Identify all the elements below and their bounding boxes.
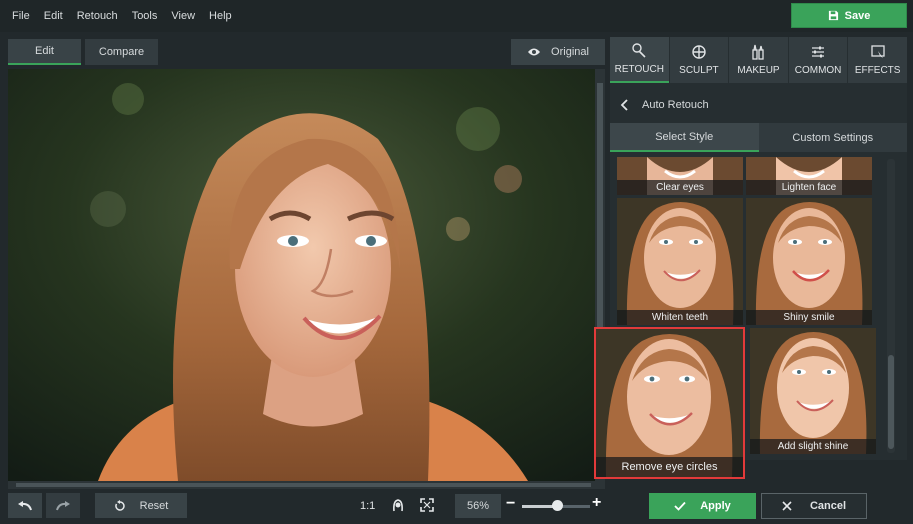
menu-file[interactable]: File	[5, 0, 37, 32]
redo-icon	[56, 500, 70, 510]
save-label: Save	[844, 9, 871, 22]
tool-common-label: COMMON	[794, 65, 842, 76]
styles-scrollbar[interactable]	[887, 159, 895, 453]
menu-tools[interactable]: Tools	[125, 0, 165, 32]
cancel-label: Cancel	[809, 500, 847, 512]
canvas-horizontal-scroll-thumb[interactable]	[16, 483, 591, 487]
style-thumb-add-slight-shine[interactable]: Add slight shine	[750, 328, 876, 454]
portrait-thumbnail	[596, 329, 743, 477]
original-button[interactable]: Original	[511, 39, 605, 65]
zoom-in-button[interactable]: +	[592, 494, 601, 512]
apply-label: Apply	[700, 500, 731, 512]
check-icon	[674, 501, 686, 511]
style-label: Clear eyes	[617, 180, 743, 195]
close-icon	[782, 501, 792, 511]
breadcrumb-title: Auto Retouch	[642, 99, 709, 111]
tab-custom-settings[interactable]: Custom Settings	[758, 123, 907, 152]
eye-icon	[528, 48, 541, 56]
original-label: Original	[551, 46, 589, 58]
apply-button[interactable]: Apply	[649, 493, 756, 519]
makeup-icon	[752, 44, 765, 60]
bottom-toolbar: Reset 1:1 56% − + Apply Cancel	[0, 490, 913, 524]
view-bar: Edit Compare Original	[0, 33, 610, 68]
save-button[interactable]: Save	[791, 3, 907, 28]
style-thumb-remove-eye-circles[interactable]: Remove eye circles	[594, 327, 745, 479]
tool-retouch-label: RETOUCH	[614, 64, 664, 75]
tool-makeup-label: MAKEUP	[737, 65, 780, 76]
tab-edit[interactable]: Edit	[8, 39, 81, 65]
style-label: Remove eye circles	[596, 457, 743, 477]
style-thumb-clear-eyes[interactable]: Clear eyes	[617, 157, 743, 195]
reset-button[interactable]: Reset	[95, 493, 187, 518]
photo-canvas[interactable]	[8, 69, 595, 481]
sculpt-icon	[692, 45, 706, 59]
tool-tabs: RETOUCH SCULPT MAKEUP COMMON EFFECTS	[610, 37, 907, 83]
portrait-thumbnail	[750, 328, 876, 454]
portrait-photo	[8, 69, 595, 481]
style-label: Add slight shine	[750, 439, 876, 454]
tool-retouch[interactable]: RETOUCH	[610, 37, 669, 83]
style-thumb-lighten-face[interactable]: Lighten face	[746, 157, 872, 195]
reset-label: Reset	[139, 499, 169, 512]
reset-icon	[114, 499, 125, 511]
menu-help[interactable]: Help	[202, 0, 239, 32]
breadcrumb: Auto Retouch	[610, 93, 907, 117]
effects-icon	[871, 45, 885, 58]
redo-button[interactable]	[46, 493, 80, 518]
sliders-icon	[812, 46, 825, 58]
style-thumb-whiten-teeth[interactable]: Whiten teeth	[617, 198, 743, 325]
zoom-out-button[interactable]: −	[506, 495, 515, 513]
undo-icon	[18, 500, 32, 510]
cancel-button[interactable]: Cancel	[761, 493, 867, 519]
style-label: Shiny smile	[746, 310, 872, 325]
tool-sculpt-label: SCULPT	[679, 65, 719, 76]
menu-view[interactable]: View	[164, 0, 202, 32]
menu-retouch[interactable]: Retouch	[70, 0, 125, 32]
menu-edit[interactable]: Edit	[37, 0, 70, 32]
face-zoom-icon[interactable]	[391, 498, 405, 512]
tool-makeup[interactable]: MAKEUP	[729, 37, 788, 83]
tab-compare[interactable]: Compare	[85, 39, 158, 65]
style-label: Lighten face	[746, 180, 872, 195]
zoom-input[interactable]: 56%	[455, 494, 501, 518]
portrait-thumbnail	[617, 198, 743, 325]
style-subtabs: Select Style Custom Settings	[610, 123, 907, 152]
retouch-icon	[632, 43, 646, 58]
back-chevron-icon[interactable]	[620, 99, 628, 111]
portrait-thumbnail	[746, 198, 872, 325]
fit-to-screen-icon[interactable]	[420, 498, 434, 512]
undo-button[interactable]	[8, 493, 42, 518]
zoom-slider-handle[interactable]	[551, 500, 563, 511]
actual-size-button[interactable]: 1:1	[360, 500, 375, 512]
styles-scroll-thumb[interactable]	[888, 355, 894, 449]
tab-select-style[interactable]: Select Style	[610, 123, 759, 152]
tool-effects[interactable]: EFFECTS	[848, 37, 907, 83]
floppy-icon	[828, 10, 838, 21]
tool-common[interactable]: COMMON	[788, 37, 848, 83]
style-label: Whiten teeth	[617, 310, 743, 325]
tool-sculpt[interactable]: SCULPT	[669, 37, 729, 83]
tool-effects-label: EFFECTS	[854, 65, 901, 76]
canvas-horizontal-scrollbar[interactable]	[8, 481, 605, 489]
app-window: File Edit Retouch Tools View Help Save E…	[0, 0, 913, 524]
menu-bar: File Edit Retouch Tools View Help Save	[0, 0, 913, 32]
style-thumb-shiny-smile[interactable]: Shiny smile	[746, 198, 872, 325]
